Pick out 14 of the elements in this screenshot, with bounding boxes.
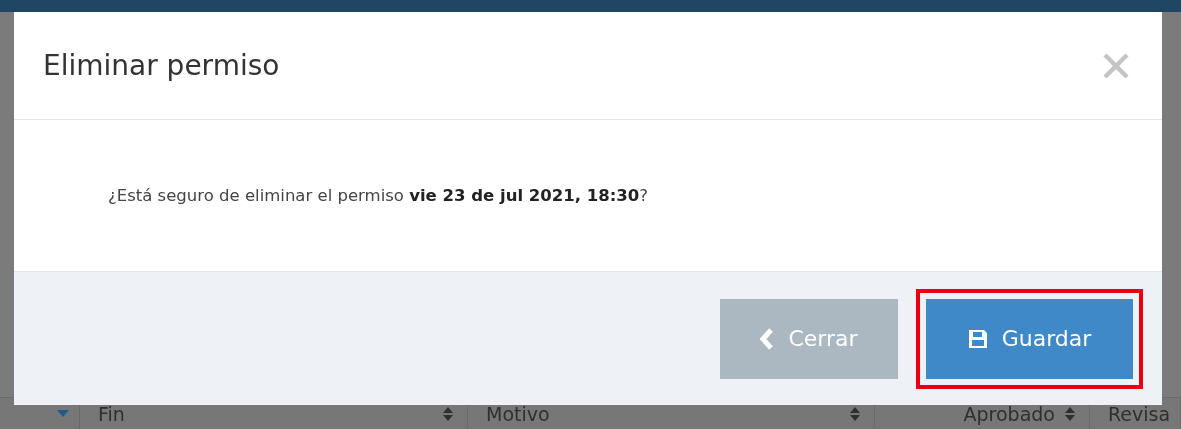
column-header[interactable]: Aprobado [963,402,1055,425]
chevron-left-icon [760,327,775,350]
save-button[interactable]: Guardar [926,298,1133,379]
caret-down-icon[interactable] [57,409,69,418]
close-icon[interactable] [1102,51,1130,80]
dialog-title: Eliminar permiso [43,49,280,82]
column-header[interactable]: Revisa [1108,402,1171,425]
sort-icon [850,406,860,421]
sort-icon [1065,406,1075,421]
column-header[interactable]: Motivo [486,402,550,425]
column-header[interactable]: Fin [98,402,125,425]
close-button[interactable]: Cerrar [720,298,898,379]
confirmation-message: ¿Está seguro de eliminar el permiso vie 23 de jul 2021, 18:30? [108,186,648,205]
sort-icon [443,406,453,421]
